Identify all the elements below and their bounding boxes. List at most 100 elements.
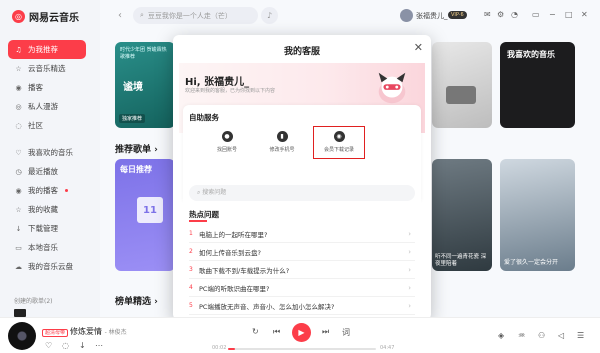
mail-icon[interactable]: ✉ <box>484 10 491 19</box>
daily-recommend-card[interactable]: 每日推荐 11 <box>115 159 175 271</box>
vip-badge[interactable]: VIP·6 <box>448 11 467 19</box>
download-record-icon: ◉ <box>333 131 345 142</box>
sidebar-item-featured[interactable]: ☆ 云音乐精选 <box>8 59 86 78</box>
faq-text: PC端播放无声音、声音小、怎么加小怎么解决? <box>199 302 335 311</box>
sidebar-item-podcast[interactable]: ◉ 播客 <box>8 78 86 97</box>
faq-text: 如何上传音乐到云盘? <box>199 248 261 257</box>
sidebar-item-cloud[interactable]: ☁ 我的音乐云盘 <box>8 257 86 276</box>
sidebar-item-community[interactable]: ◌ 社区 <box>8 116 86 135</box>
loop-icon[interactable]: ↻ <box>252 327 259 336</box>
podcast-icon: ◉ <box>15 83 22 92</box>
faq-number: 1 <box>189 230 193 237</box>
sidebar-item-local[interactable]: ▭ 本地音乐 <box>8 238 86 257</box>
dialog-title: 我的客服 <box>283 47 320 57</box>
faq-item[interactable]: 3 歌曲下载不到/车载提示为什么? › <box>189 261 415 279</box>
my-fav-card[interactable]: 我喜欢的音乐 <box>500 42 575 128</box>
chevron-right-icon: › <box>408 283 411 292</box>
lyrics-icon[interactable]: 词 <box>342 327 350 338</box>
play-button[interactable]: ▶ <box>292 323 311 342</box>
close-icon[interactable]: ✕ <box>414 41 423 54</box>
top-bar: ‹ ⌕ 豆豆我你是一个人走（芒） ♪ 张福贵儿_ VIP·6 ✉ ⚙ ◔ ▭ −… <box>100 0 600 32</box>
faq-number: 5 <box>189 302 193 309</box>
mini-mode-icon[interactable]: ▭ <box>532 10 540 19</box>
faq-list: 1 电脑上的一起听在哪里? › 2 如何上传音乐到云盘? › 3 歌曲下载不到/车载提示为… <box>189 225 415 315</box>
created-playlists-header[interactable]: 创建的歌单(2) <box>14 296 53 305</box>
progress-bar[interactable] <box>228 348 376 350</box>
sound-effect-icon[interactable]: ♒ <box>518 331 525 340</box>
volume-icon[interactable]: ◁ <box>558 331 564 340</box>
player-bar: 超清母带 修炼爱情 - 林俊杰 ♡ ◌ ↓ ⋯ ↻ ⏮ ▶ ⏭ 词 00:02 0… <box>0 317 600 353</box>
my-fav-title: 我喜欢的音乐 <box>507 50 555 59</box>
like-icon[interactable]: ♡ <box>45 341 52 350</box>
time-current: 00:02 <box>212 345 227 351</box>
feature-card[interactable] <box>432 42 492 128</box>
recommend-section-title[interactable]: 推荐歌单 › <box>115 142 158 155</box>
chevron-right-icon: › <box>408 247 411 256</box>
service-label: 找回账号 <box>216 147 237 153</box>
sidebar-item-label: 本地音乐 <box>28 243 58 252</box>
username[interactable]: 张福贵儿_ <box>416 11 448 21</box>
faq-search-input[interactable]: ⌕ 搜索问题 <box>189 185 415 201</box>
comment-icon[interactable]: ◌ <box>62 341 69 350</box>
app-name: 网易云音乐 <box>29 13 79 24</box>
playlist-caption: 听不同一遍青花瓷 深夜里陪着 <box>435 254 487 267</box>
song-title[interactable]: 修炼爱情 <box>70 327 102 336</box>
banner-text: 时代少年团 贺峻霖热歌推荐 <box>120 47 167 60</box>
banner-tag: 独家推荐 <box>119 114 146 123</box>
sidebar-item-recommend[interactable]: ♫ 为我推荐 <box>8 40 86 59</box>
charts-section-title[interactable]: 榜单精选 › <box>115 294 158 307</box>
maximize-icon[interactable]: □ <box>565 10 573 19</box>
feature-image <box>446 86 476 104</box>
faq-panel: ⌕ 搜索问题 热点问题 1 电脑上的一起听在哪里? › 2 如何上传音乐到云盘? › 3… <box>183 181 421 320</box>
minimize-icon[interactable]: − <box>549 10 556 19</box>
sidebar-item-liked[interactable]: ♡ 我喜欢的音乐 <box>8 143 86 162</box>
sidebar-item-downloads[interactable]: ↓ 下载管理 <box>8 219 86 238</box>
chevron-right-icon: › <box>408 229 411 238</box>
collect-icon: ☆ <box>15 205 22 214</box>
next-icon[interactable]: ⏭ <box>322 327 329 337</box>
headphones-icon: ♫ <box>15 45 22 54</box>
faq-item[interactable]: 2 如何上传音乐到云盘? › <box>189 243 415 261</box>
sidebar-divider <box>8 135 86 143</box>
phone-icon: ▮ <box>276 131 288 142</box>
sidebar-item-label: 为我推荐 <box>28 45 58 54</box>
now-playing: 超清母带 修炼爱情 - 林俊杰 <box>42 326 127 337</box>
download-icon[interactable]: ↓ <box>79 341 86 350</box>
sidebar-item-my-podcast[interactable]: ◉ 我的播客 <box>8 181 86 200</box>
sidebar-item-label: 我的收藏 <box>28 205 58 214</box>
listen-together-icon[interactable]: ⚇ <box>538 331 545 340</box>
close-icon[interactable]: ✕ <box>581 10 588 19</box>
faq-item[interactable]: 1 电脑上的一起听在哪里? › <box>189 225 415 243</box>
sidebar-item-roam[interactable]: ◎ 私人漫游 <box>8 97 86 116</box>
gear-icon[interactable]: ⚙ <box>497 10 504 19</box>
mascot-icon <box>378 72 406 104</box>
previous-icon[interactable]: ⏮ <box>273 327 280 337</box>
sidebar-item-label: 播客 <box>28 83 43 92</box>
skin-icon[interactable]: ◔ <box>511 10 518 19</box>
playlist-icon[interactable]: ☰ <box>577 331 584 340</box>
service-change-phone[interactable]: ▮ 修改手机号 <box>256 131 308 153</box>
microphone-icon[interactable]: ♪ <box>261 7 278 24</box>
faq-item[interactable]: 4 PC端的听歌识曲在哪里? › <box>189 279 415 297</box>
cloud-icon: ☁ <box>15 262 22 271</box>
service-find-account[interactable]: ● 找回账号 <box>201 131 253 153</box>
playlist-card-2[interactable]: 爱了很久一定会分开 <box>500 159 575 271</box>
chevron-right-icon: › <box>408 301 411 310</box>
album-cover[interactable] <box>8 322 36 350</box>
artist-name[interactable]: 林俊杰 <box>109 329 127 336</box>
service-download-record[interactable]: ◉ 会员下载记录 <box>313 126 365 159</box>
search-input[interactable]: ⌕ 豆豆我你是一个人走（芒） <box>133 7 258 24</box>
playlist-card-1[interactable]: 听不同一遍青花瓷 深夜里陪着 <box>432 159 492 271</box>
back-arrow-icon[interactable]: ‹ <box>118 10 122 21</box>
quality-icon[interactable]: ◈ <box>498 331 504 340</box>
sidebar-item-recent[interactable]: ◷ 最近播放 <box>8 162 86 181</box>
sidebar-item-collection[interactable]: ☆ 我的收藏 <box>8 200 86 219</box>
faq-item[interactable]: 5 PC端播放无声音、声音小、怎么加小怎么解决? › <box>189 297 415 315</box>
avatar[interactable] <box>400 9 413 22</box>
playlist-thumbnail[interactable] <box>14 309 26 317</box>
banner-card[interactable]: 时代少年团 贺峻霖热歌推荐 谧境 独家推荐 <box>115 42 175 128</box>
app-logo[interactable]: ◎ 网易云音乐 <box>12 9 79 24</box>
more-icon[interactable]: ⋯ <box>95 341 103 350</box>
daily-title: 每日推荐 <box>120 165 152 174</box>
chevron-right-icon: › <box>408 265 411 274</box>
